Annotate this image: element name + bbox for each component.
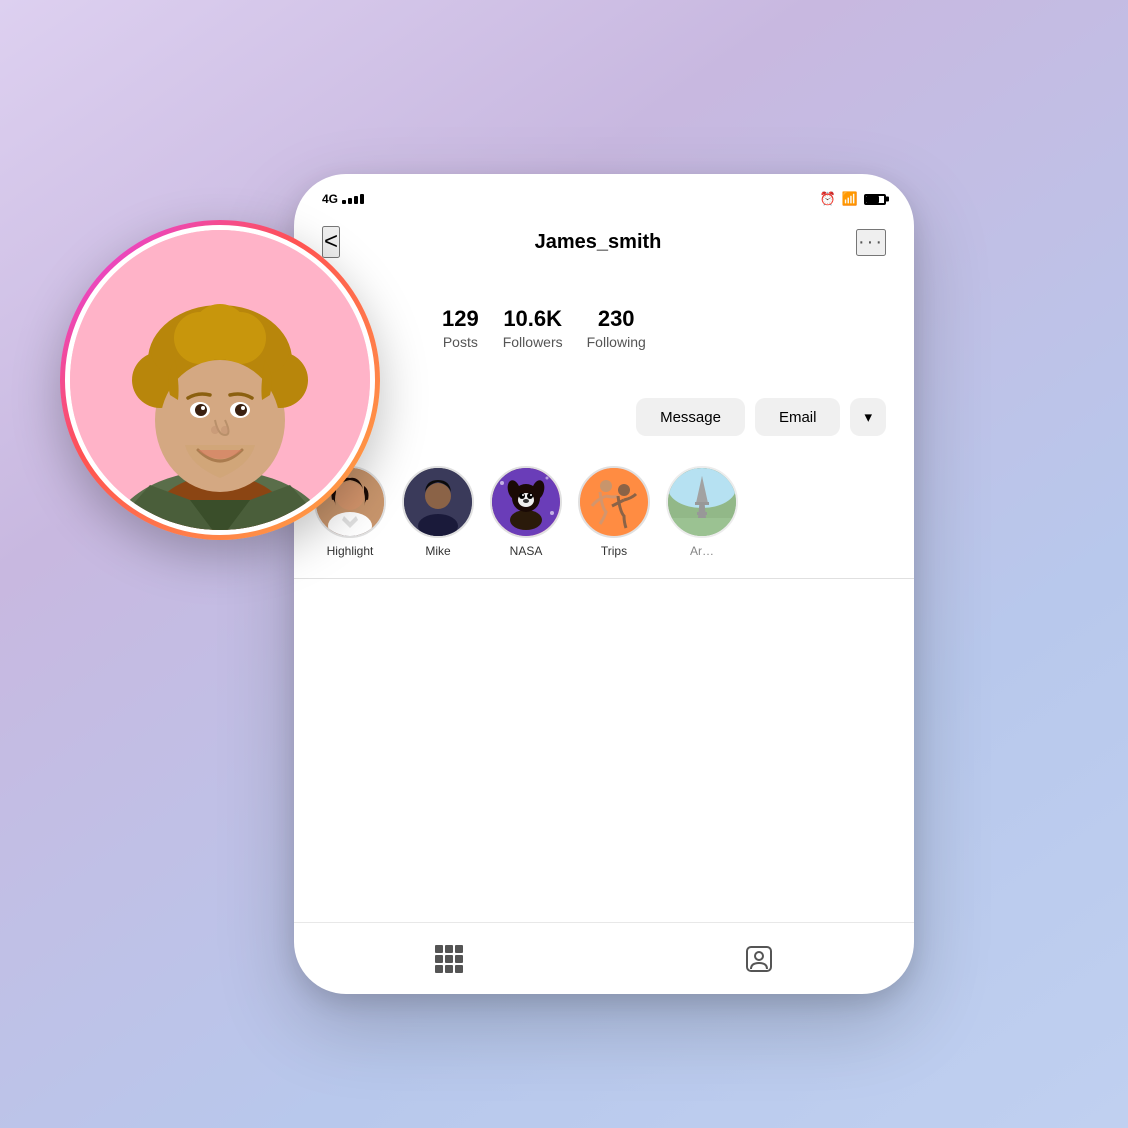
signal-bar-2 [348, 198, 352, 204]
highlight-label-0: Highlight [327, 544, 374, 558]
action-buttons: Message Email ▾ [294, 398, 914, 456]
highlight-item-2[interactable]: NASA [490, 466, 562, 558]
highlight-label-2: NASA [510, 544, 543, 558]
followers-label: Followers [503, 334, 563, 350]
profile-section: 129 Posts 10.6K Followers 230 Following [294, 270, 914, 398]
highlight-avatar-4 [668, 468, 736, 536]
highlight-item-3[interactable]: Trips [578, 466, 650, 558]
status-bar: 4G ⏰ 📶 [294, 174, 914, 218]
floating-avatar [60, 220, 380, 540]
grid-cell [455, 955, 463, 963]
nav-bar: < James_smith ··· [294, 218, 914, 270]
highlight-item-1[interactable]: Mike [402, 466, 474, 558]
stat-following[interactable]: 230 Following [587, 306, 646, 350]
highlight-avatar-1 [404, 468, 472, 536]
signal-type-label: 4G [322, 192, 338, 206]
wifi-icon: 📶 [842, 191, 858, 207]
stat-followers[interactable]: 10.6K Followers [503, 306, 563, 350]
battery-icon [864, 194, 886, 205]
status-icons: ⏰ 📶 [820, 191, 886, 207]
highlight-circle-4 [666, 466, 738, 538]
highlight-avatar-2 [492, 468, 560, 536]
tab-tagged[interactable] [604, 945, 914, 973]
stats-container: 129 Posts 10.6K Followers 230 Following [442, 306, 886, 350]
grid-cell [435, 965, 443, 973]
message-button[interactable]: Message [636, 398, 745, 436]
posts-label: Posts [443, 334, 478, 350]
back-button[interactable]: < [322, 226, 340, 258]
followers-count: 10.6K [503, 306, 562, 332]
grid-cell [435, 955, 443, 963]
signal-bars [342, 194, 364, 204]
following-label: Following [587, 334, 646, 350]
avatar-portrait [70, 230, 370, 530]
signal-bar-1 [342, 200, 346, 204]
avatar-ring [60, 220, 380, 540]
highlight-circle-3 [578, 466, 650, 538]
battery-fill [866, 196, 879, 203]
more-options-button[interactable]: ··· [856, 229, 886, 256]
bottom-tabs [294, 922, 914, 994]
highlight-avatar-3 [580, 468, 648, 536]
tab-grid[interactable] [294, 945, 604, 973]
highlight-circle-2 [490, 466, 562, 538]
grid-cell [445, 965, 453, 973]
avatar-inner [65, 225, 375, 535]
following-count: 230 [598, 306, 635, 332]
signal-bar-4 [360, 194, 364, 204]
background: 4G ⏰ 📶 < James_smith ··· [0, 0, 1128, 1128]
phone-frame: 4G ⏰ 📶 < James_smith ··· [294, 174, 914, 994]
highlights-row: Highlight Mik [294, 456, 914, 578]
highlight-label-1: Mike [425, 544, 450, 558]
posts-count: 129 [442, 306, 479, 332]
grid-cell [455, 945, 463, 953]
highlight-item-4[interactable]: Ar… [666, 466, 738, 558]
grid-cell [455, 965, 463, 973]
dropdown-button[interactable]: ▾ [850, 398, 886, 436]
content-divider [294, 578, 914, 579]
highlight-label-4: Ar… [690, 544, 714, 558]
clock-icon: ⏰ [820, 191, 836, 207]
person-tag-icon [745, 945, 773, 973]
signal-bar-3 [354, 196, 358, 204]
grid-icon [435, 945, 463, 973]
email-button[interactable]: Email [755, 398, 841, 436]
grid-cell [445, 955, 453, 963]
highlight-circle-1 [402, 466, 474, 538]
username-label: James_smith [535, 231, 662, 254]
stat-posts[interactable]: 129 Posts [442, 306, 479, 350]
grid-cell [435, 945, 443, 953]
highlight-label-3: Trips [601, 544, 627, 558]
grid-cell [445, 945, 453, 953]
